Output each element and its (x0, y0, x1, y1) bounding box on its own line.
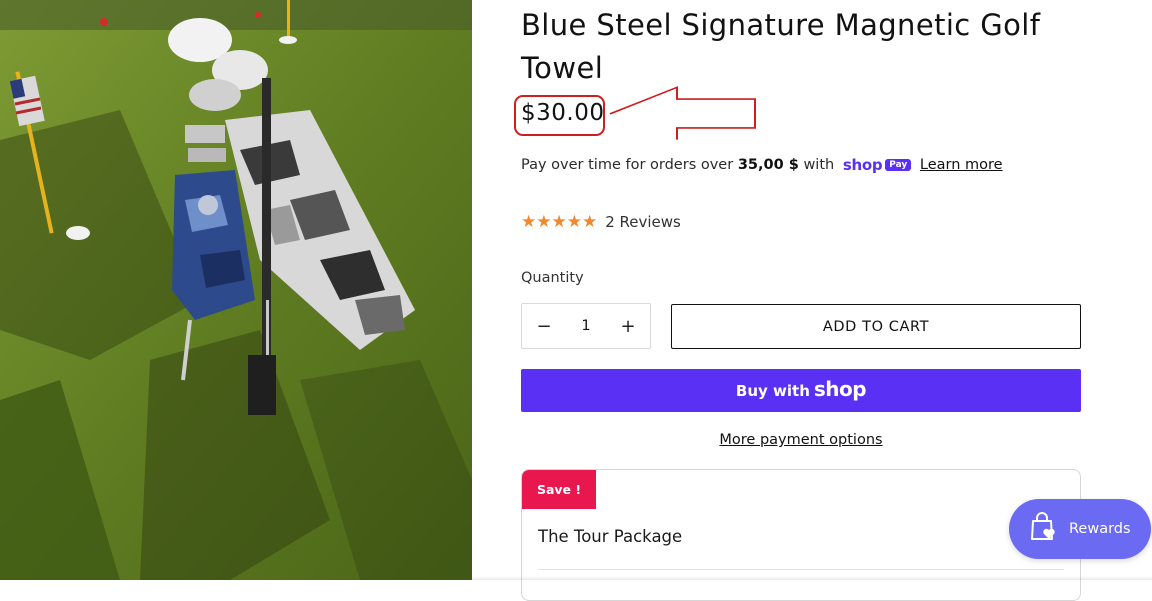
shop-pay-word: shop (842, 156, 883, 174)
shop-pay-chip: Pay (885, 159, 912, 171)
quantity-stepper: − 1 + (521, 303, 651, 349)
save-badge: Save ! (522, 470, 596, 509)
shop-pay-logo: shop Pay (842, 156, 912, 174)
quantity-increase-button[interactable]: + (606, 316, 650, 337)
rewards-launcher-button[interactable]: Rewards (1009, 499, 1151, 559)
product-reviews[interactable]: ★★★★★ 2 Reviews (521, 212, 681, 232)
product-image (0, 0, 472, 580)
shop-pay-installments: Pay over time for orders over 35,00 $ wi… (521, 156, 1003, 174)
more-payment-options-link[interactable]: More payment options (521, 432, 1081, 448)
rating-stars-icon: ★★★★★ (521, 212, 598, 232)
reviews-count: 2 Reviews (605, 213, 681, 231)
bundle-title: The Tour Package (538, 527, 683, 546)
quantity-decrease-button[interactable]: − (522, 316, 566, 337)
bundle-divider (538, 569, 1064, 570)
shop-logo-icon: shop (813, 377, 867, 401)
installments-with: with (803, 157, 835, 173)
learn-more-link[interactable]: Learn more (920, 157, 1003, 173)
quantity-input[interactable]: 1 (581, 318, 590, 334)
bottom-shadow (472, 576, 1152, 580)
quantity-label: Quantity (521, 270, 584, 286)
installments-threshold: 35,00 $ (737, 157, 799, 173)
buy-with-shop-button[interactable]: Buy with shop (521, 369, 1081, 412)
red-arrow-annotation (514, 86, 756, 140)
bundle-offer-card[interactable]: Save ! The Tour Package (521, 469, 1081, 601)
installments-prefix: Pay over time for orders over (521, 157, 734, 173)
shopping-bag-heart-icon (1029, 512, 1057, 546)
rewards-label: Rewards (1069, 521, 1131, 537)
add-to-cart-button[interactable]: ADD TO CART (671, 304, 1081, 349)
buy-with-label: Buy with (735, 381, 810, 400)
